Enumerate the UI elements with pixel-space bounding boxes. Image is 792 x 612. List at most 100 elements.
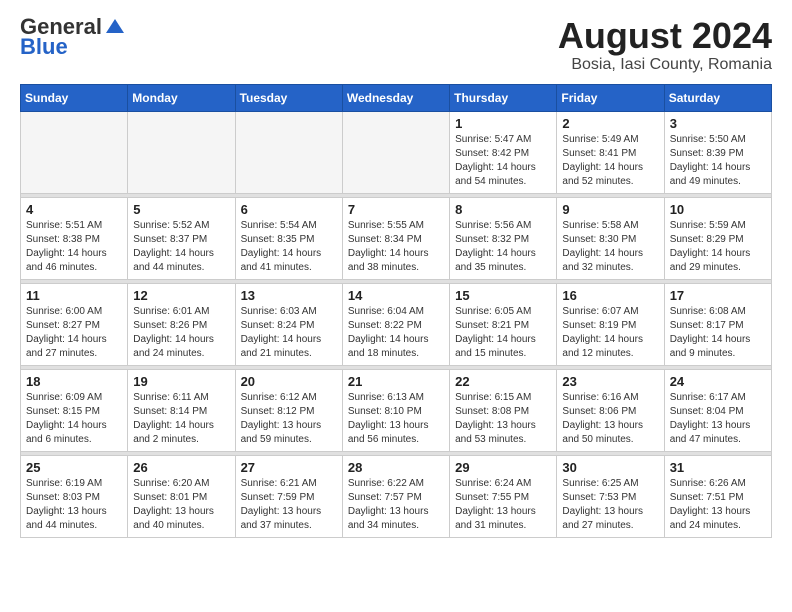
- day-number: 21: [348, 374, 444, 389]
- day-info: Sunrise: 6:00 AMSunset: 8:27 PMDaylight:…: [26, 305, 122, 361]
- day-info: Sunrise: 5:47 AMSunset: 8:42 PMDaylight:…: [455, 133, 551, 189]
- day-cell: 6 Sunrise: 5:54 AMSunset: 8:35 PMDaylight…: [235, 197, 342, 279]
- day-cell: 14 Sunrise: 6:04 AMSunset: 8:22 PMDayligh…: [342, 283, 449, 365]
- day-cell: [21, 111, 128, 193]
- day-info: Sunrise: 6:13 AMSunset: 8:10 PMDaylight:…: [348, 391, 444, 447]
- day-info: Sunrise: 6:07 AMSunset: 8:19 PMDaylight:…: [562, 305, 658, 361]
- week-row-3: 11 Sunrise: 6:00 AMSunset: 8:27 PMDayligh…: [21, 283, 772, 365]
- day-info: Sunrise: 6:19 AMSunset: 8:03 PMDaylight:…: [26, 477, 122, 533]
- day-cell: 21 Sunrise: 6:13 AMSunset: 8:10 PMDayligh…: [342, 369, 449, 451]
- day-number: 5: [133, 202, 229, 217]
- day-cell: 27 Sunrise: 6:21 AMSunset: 7:59 PMDayligh…: [235, 455, 342, 537]
- day-cell: 13 Sunrise: 6:03 AMSunset: 8:24 PMDayligh…: [235, 283, 342, 365]
- day-cell: 3Sunrise: 5:50 AMSunset: 8:39 PMDaylight…: [664, 111, 771, 193]
- day-number: 17: [670, 288, 766, 303]
- day-info: Sunrise: 5:59 AMSunset: 8:29 PMDaylight:…: [670, 219, 766, 275]
- day-info: Sunrise: 6:12 AMSunset: 8:12 PMDaylight:…: [241, 391, 337, 447]
- day-number: 8: [455, 202, 551, 217]
- day-number: 13: [241, 288, 337, 303]
- day-number: 30: [562, 460, 658, 475]
- day-info: Sunrise: 5:49 AMSunset: 8:41 PMDaylight:…: [562, 133, 658, 189]
- header-thursday: Thursday: [450, 84, 557, 111]
- day-info: Sunrise: 6:26 AMSunset: 7:51 PMDaylight:…: [670, 477, 766, 533]
- day-number: 6: [241, 202, 337, 217]
- day-cell: [342, 111, 449, 193]
- day-number: 16: [562, 288, 658, 303]
- day-info: Sunrise: 6:03 AMSunset: 8:24 PMDaylight:…: [241, 305, 337, 361]
- day-cell: 7 Sunrise: 5:55 AMSunset: 8:34 PMDaylight…: [342, 197, 449, 279]
- day-cell: [235, 111, 342, 193]
- page-container: General Blue August 2024 Bosia, Iasi Cou…: [0, 0, 792, 554]
- day-info: Sunrise: 6:24 AMSunset: 7:55 PMDaylight:…: [455, 477, 551, 533]
- logo: General Blue: [20, 16, 126, 60]
- day-cell: 17 Sunrise: 6:08 AMSunset: 8:17 PMDayligh…: [664, 283, 771, 365]
- day-cell: 29 Sunrise: 6:24 AMSunset: 7:55 PMDayligh…: [450, 455, 557, 537]
- day-cell: 12Sunrise: 6:01 AMSunset: 8:26 PMDayligh…: [128, 283, 235, 365]
- day-info: Sunrise: 6:08 AMSunset: 8:17 PMDaylight:…: [670, 305, 766, 361]
- day-info: Sunrise: 6:17 AMSunset: 8:04 PMDaylight:…: [670, 391, 766, 447]
- day-cell: 23Sunrise: 6:16 AMSunset: 8:06 PMDayligh…: [557, 369, 664, 451]
- day-number: 15: [455, 288, 551, 303]
- day-number: 2: [562, 116, 658, 131]
- header: General Blue August 2024 Bosia, Iasi Cou…: [20, 16, 772, 74]
- day-cell: 16 Sunrise: 6:07 AMSunset: 8:19 PMDayligh…: [557, 283, 664, 365]
- day-cell: 5 Sunrise: 5:52 AMSunset: 8:37 PMDaylight…: [128, 197, 235, 279]
- day-info: Sunrise: 6:09 AMSunset: 8:15 PMDaylight:…: [26, 391, 122, 447]
- day-info: Sunrise: 6:20 AMSunset: 8:01 PMDaylight:…: [133, 477, 229, 533]
- header-monday: Monday: [128, 84, 235, 111]
- day-number: 22: [455, 374, 551, 389]
- header-friday: Friday: [557, 84, 664, 111]
- day-number: 14: [348, 288, 444, 303]
- calendar-table: Sunday Monday Tuesday Wednesday Thursday…: [20, 84, 772, 538]
- header-tuesday: Tuesday: [235, 84, 342, 111]
- calendar-header-row: Sunday Monday Tuesday Wednesday Thursday…: [21, 84, 772, 111]
- day-number: 9: [562, 202, 658, 217]
- day-number: 20: [241, 374, 337, 389]
- day-cell: 10 Sunrise: 5:59 AMSunset: 8:29 PMDayligh…: [664, 197, 771, 279]
- day-info: Sunrise: 6:11 AMSunset: 8:14 PMDaylight:…: [133, 391, 229, 447]
- header-wednesday: Wednesday: [342, 84, 449, 111]
- day-number: 11: [26, 288, 122, 303]
- day-info: Sunrise: 6:22 AMSunset: 7:57 PMDaylight:…: [348, 477, 444, 533]
- day-cell: 9 Sunrise: 5:58 AMSunset: 8:30 PMDaylight…: [557, 197, 664, 279]
- day-info: Sunrise: 5:51 AMSunset: 8:38 PMDaylight:…: [26, 219, 122, 275]
- day-cell: 1 Sunrise: 5:47 AMSunset: 8:42 PMDaylight…: [450, 111, 557, 193]
- week-row-2: 4 Sunrise: 5:51 AMSunset: 8:38 PMDaylight…: [21, 197, 772, 279]
- day-number: 29: [455, 460, 551, 475]
- day-info: Sunrise: 5:56 AMSunset: 8:32 PMDaylight:…: [455, 219, 551, 275]
- day-info: Sunrise: 5:55 AMSunset: 8:34 PMDaylight:…: [348, 219, 444, 275]
- day-info: Sunrise: 6:21 AMSunset: 7:59 PMDaylight:…: [241, 477, 337, 533]
- day-info: Sunrise: 6:04 AMSunset: 8:22 PMDaylight:…: [348, 305, 444, 361]
- day-number: 10: [670, 202, 766, 217]
- week-row-4: 18 Sunrise: 6:09 AMSunset: 8:15 PMDayligh…: [21, 369, 772, 451]
- day-info: Sunrise: 5:52 AMSunset: 8:37 PMDaylight:…: [133, 219, 229, 275]
- day-cell: 19Sunrise: 6:11 AMSunset: 8:14 PMDayligh…: [128, 369, 235, 451]
- day-cell: 28 Sunrise: 6:22 AMSunset: 7:57 PMDayligh…: [342, 455, 449, 537]
- day-cell: 18 Sunrise: 6:09 AMSunset: 8:15 PMDayligh…: [21, 369, 128, 451]
- day-cell: 31Sunrise: 6:26 AMSunset: 7:51 PMDayligh…: [664, 455, 771, 537]
- day-number: 24: [670, 374, 766, 389]
- day-info: Sunrise: 6:15 AMSunset: 8:08 PMDaylight:…: [455, 391, 551, 447]
- day-number: 26: [133, 460, 229, 475]
- logo-icon: [104, 15, 126, 37]
- day-cell: 20 Sunrise: 6:12 AMSunset: 8:12 PMDayligh…: [235, 369, 342, 451]
- day-cell: 30 Sunrise: 6:25 AMSunset: 7:53 PMDayligh…: [557, 455, 664, 537]
- day-number: 7: [348, 202, 444, 217]
- calendar-subtitle: Bosia, Iasi County, Romania: [558, 56, 772, 74]
- logo-blue: Blue: [20, 34, 68, 60]
- day-number: 18: [26, 374, 122, 389]
- day-number: 1: [455, 116, 551, 131]
- day-info: Sunrise: 5:58 AMSunset: 8:30 PMDaylight:…: [562, 219, 658, 275]
- day-number: 27: [241, 460, 337, 475]
- day-number: 23: [562, 374, 658, 389]
- day-cell: 26 Sunrise: 6:20 AMSunset: 8:01 PMDayligh…: [128, 455, 235, 537]
- day-number: 4: [26, 202, 122, 217]
- day-info: Sunrise: 6:25 AMSunset: 7:53 PMDaylight:…: [562, 477, 658, 533]
- week-row-5: 25Sunrise: 6:19 AMSunset: 8:03 PMDayligh…: [21, 455, 772, 537]
- day-info: Sunrise: 6:01 AMSunset: 8:26 PMDaylight:…: [133, 305, 229, 361]
- calendar-title: August 2024: [558, 16, 772, 56]
- day-info: Sunrise: 5:54 AMSunset: 8:35 PMDaylight:…: [241, 219, 337, 275]
- day-number: 28: [348, 460, 444, 475]
- header-sunday: Sunday: [21, 84, 128, 111]
- day-cell: 15Sunrise: 6:05 AMSunset: 8:21 PMDayligh…: [450, 283, 557, 365]
